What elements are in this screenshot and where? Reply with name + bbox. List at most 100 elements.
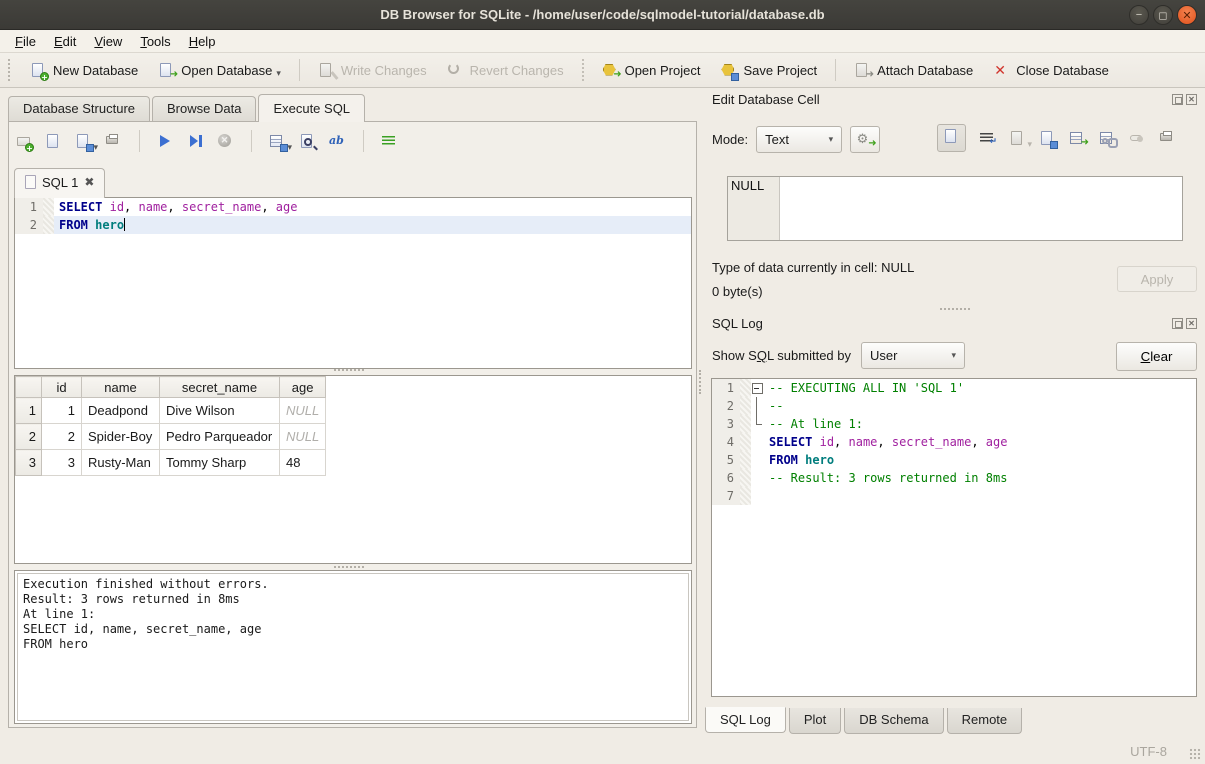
open-sql-file-icon[interactable]	[45, 133, 62, 150]
dock-tab-plot[interactable]: Plot	[789, 708, 841, 734]
submitted-by-select[interactable]: User ▾	[861, 342, 965, 369]
sql-document-tab[interactable]: SQL 1 ✖	[14, 168, 105, 198]
word-wrap-cell-icon[interactable]	[979, 130, 996, 147]
cell-name[interactable]: Deadpond	[82, 398, 160, 424]
main-toolbar: + New Database ➜ Open Database ▾ Write C…	[0, 53, 1205, 88]
cell-secret-name[interactable]: Dive Wilson	[160, 398, 280, 424]
write-changes-icon	[318, 62, 335, 79]
save-project-icon	[720, 62, 737, 79]
edit-cell-title: Edit Database Cell	[712, 92, 820, 107]
cell-age[interactable]: NULL	[280, 424, 326, 450]
column-header-id[interactable]: id	[42, 377, 82, 398]
window-title: DB Browser for SQLite - /home/user/code/…	[380, 7, 824, 22]
menu-edit[interactable]: Edit	[45, 32, 85, 51]
tab-database-structure[interactable]: Database Structure	[8, 96, 150, 122]
menu-view[interactable]: View	[85, 32, 131, 51]
clear-log-button[interactable]: Clear	[1116, 342, 1197, 371]
show-sql-label: Show SQL submitted by	[712, 348, 851, 363]
open-database-dropdown-icon[interactable]: ▾	[276, 68, 281, 79]
dock-splitter[interactable]	[930, 306, 980, 311]
cell-age[interactable]: NULL	[280, 398, 326, 424]
table-row: 3 3 Rusty-Man Tommy Sharp 48	[16, 450, 326, 476]
write-changes-button: Write Changes	[310, 58, 435, 83]
format-sql-icon[interactable]: ab	[329, 133, 346, 150]
stop-execution-icon: ✕	[217, 133, 234, 150]
column-header-secret-name[interactable]: secret_name	[160, 377, 280, 398]
float-dock-icon[interactable]	[1172, 318, 1183, 329]
table-row: 1 1 Deadpond Dive Wilson NULL	[16, 398, 326, 424]
float-dock-icon[interactable]	[1172, 94, 1183, 105]
close-dock-icon[interactable]: ✕	[1186, 318, 1197, 329]
resize-grip[interactable]	[1189, 748, 1201, 760]
new-database-icon: +	[30, 62, 47, 79]
mode-label: Mode:	[712, 132, 748, 147]
open-project-button[interactable]: ➜ Open Project	[594, 58, 709, 83]
dock-tab-db-schema[interactable]: DB Schema	[844, 708, 943, 734]
sql-document-icon	[25, 175, 36, 189]
save-results-icon[interactable]: ▾	[269, 133, 286, 150]
dock-tab-sql-log[interactable]: SQL Log	[705, 707, 786, 733]
edit-cell-dock-icons: ✕	[1172, 94, 1197, 105]
tab-browse-data[interactable]: Browse Data	[152, 96, 256, 122]
sql-editor[interactable]: 1SELECT id, name, secret_name, age2FROM …	[14, 197, 692, 369]
new-database-button[interactable]: + New Database	[22, 58, 146, 83]
cell-name[interactable]: Rusty-Man	[82, 450, 160, 476]
menu-bar: File Edit View Tools Help	[0, 30, 1205, 53]
revert-changes-button: Revert Changes	[439, 58, 572, 83]
cell-age[interactable]: 48	[280, 450, 326, 476]
link-data-icon[interactable]	[1099, 130, 1116, 147]
sql-log-title: SQL Log	[712, 316, 763, 331]
maximize-button[interactable]: ◻	[1153, 5, 1173, 25]
cell-type-info: Type of data currently in cell: NULL	[712, 260, 914, 275]
execute-line-icon[interactable]	[187, 133, 204, 150]
chevron-down-icon: ▾	[829, 134, 834, 145]
save-sql-file-icon[interactable]: ▾	[75, 133, 92, 150]
chevron-down-icon: ▾	[951, 350, 956, 361]
cell-secret-name[interactable]: Pedro Parqueador	[160, 424, 280, 450]
close-database-button[interactable]: ✕ Close Database	[985, 58, 1117, 83]
cell-id[interactable]: 3	[42, 450, 82, 476]
find-icon[interactable]	[299, 133, 316, 150]
sql-log-view[interactable]: 1-- EXECUTING ALL IN 'SQL 1'2--3-- At li…	[711, 378, 1197, 697]
menu-tools[interactable]: Tools	[131, 32, 179, 51]
close-button[interactable]: ✕	[1177, 5, 1197, 25]
export-file-icon[interactable]	[1039, 130, 1056, 147]
row-header[interactable]: 1	[16, 398, 42, 424]
results-message-splitter[interactable]	[309, 564, 389, 569]
new-sql-tab-icon[interactable]: +	[15, 133, 32, 150]
pane-splitter[interactable]	[699, 370, 701, 394]
cell-name[interactable]: Spider-Boy	[82, 424, 160, 450]
cell-mode-row: Mode: Text ▾ ⚙➜	[712, 126, 880, 153]
cell-id[interactable]: 1	[42, 398, 82, 424]
row-header[interactable]: 3	[16, 450, 42, 476]
cell-secret-name[interactable]: Tommy Sharp	[160, 450, 280, 476]
close-sql-tab-icon[interactable]: ✖	[84, 175, 94, 198]
execute-all-icon[interactable]	[157, 133, 174, 150]
column-header-age[interactable]: age	[280, 377, 326, 398]
cell-id[interactable]: 2	[42, 424, 82, 450]
mode-select[interactable]: Text ▾	[756, 126, 842, 153]
attach-database-button[interactable]: ➜ Attach Database	[846, 58, 981, 83]
window-controls: − ◻ ✕	[1129, 5, 1197, 25]
save-project-button[interactable]: Save Project	[712, 58, 825, 83]
print-sql-icon[interactable]	[105, 133, 122, 150]
tab-execute-sql[interactable]: Execute SQL	[258, 94, 365, 122]
text-mode-button[interactable]	[937, 124, 966, 152]
cell-value-editor[interactable]: NULL	[727, 176, 1183, 241]
open-in-app-icon[interactable]: ➜	[1069, 130, 1086, 147]
word-wrap-icon[interactable]	[381, 133, 398, 150]
toolbar-drag-handle[interactable]	[8, 59, 14, 81]
editor-results-splitter[interactable]	[309, 367, 389, 372]
sql-document-label: SQL 1	[42, 175, 78, 198]
minimize-button[interactable]: −	[1129, 5, 1149, 25]
row-header[interactable]: 2	[16, 424, 42, 450]
print-cell-icon[interactable]	[1159, 130, 1176, 147]
dock-tab-remote[interactable]: Remote	[947, 708, 1023, 734]
close-dock-icon[interactable]: ✕	[1186, 94, 1197, 105]
column-header-name[interactable]: name	[82, 377, 160, 398]
open-database-button[interactable]: ➜ Open Database ▾	[150, 58, 289, 83]
menu-file[interactable]: File	[6, 32, 45, 51]
results-grid: id name secret_name age 1 1 Deadpond Div…	[14, 375, 692, 564]
menu-help[interactable]: Help	[180, 32, 225, 51]
apply-data-button[interactable]: ⚙➜	[850, 126, 880, 153]
